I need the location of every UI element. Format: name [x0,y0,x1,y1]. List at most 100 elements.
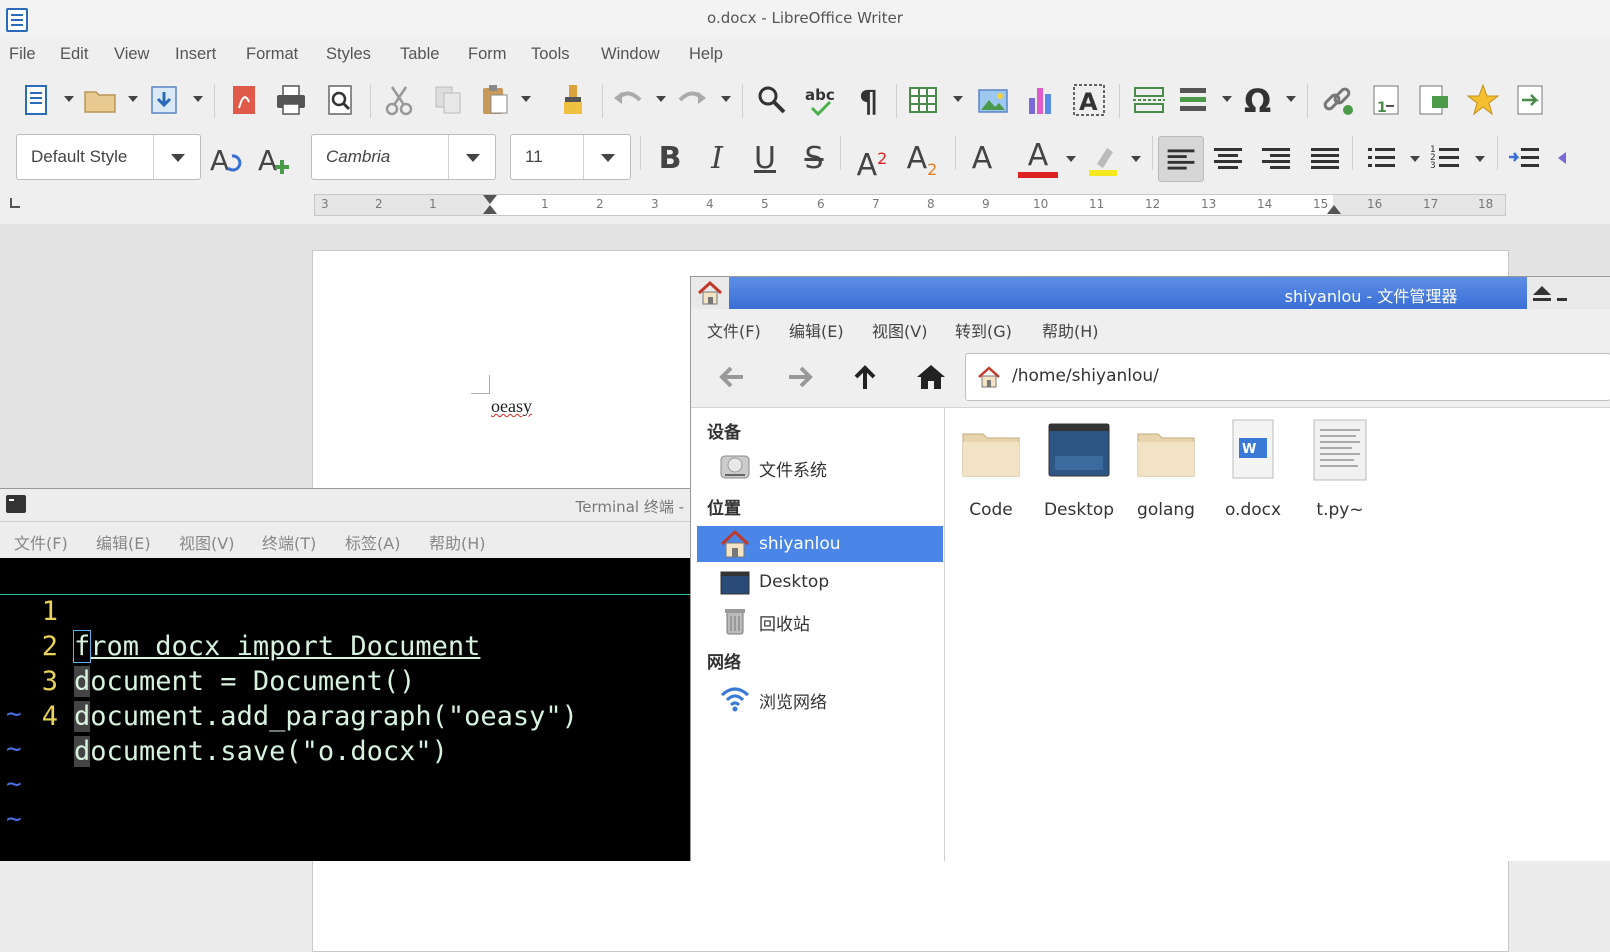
menu-insert[interactable]: Insert [175,45,216,64]
insert-chart-icon[interactable] [1023,82,1059,118]
save-icon[interactable] [146,82,182,118]
back-arrow-icon[interactable] [715,359,751,395]
menu-tools[interactable]: Tools [531,45,570,64]
ordered-list-dropdown[interactable] [1475,156,1485,162]
menu-edit[interactable]: Edit [60,45,88,64]
term-menu-help[interactable]: 帮助(H) [429,530,486,554]
right-indent-marker[interactable] [1327,205,1341,214]
menu-format[interactable]: Format [246,45,298,64]
sidebar-item-trash[interactable]: 回收站 [697,602,943,638]
file-manager-titlebar[interactable]: shiyanlou - 文件管理器 [691,277,1610,309]
strikethrough-icon[interactable]: S [794,140,834,178]
horizontal-ruler[interactable]: 3 2 1 1 2 3 4 5 6 7 8 9 10 11 12 13 14 1… [314,194,1506,216]
special-char-dropdown-arrow[interactable] [1286,96,1296,102]
insert-page-break-icon[interactable] [1131,82,1167,118]
font-size-combo[interactable]: 11 [510,134,631,180]
export-pdf-icon[interactable] [226,82,262,118]
open-dropdown-arrow[interactable] [128,96,138,102]
clear-formatting-icon[interactable]: A [962,140,1002,178]
tab-stop-selector-icon[interactable] [10,198,20,208]
unordered-list-icon[interactable] [1364,140,1400,176]
term-menu-edit[interactable]: 编辑(E) [96,530,151,554]
font-color-dropdown[interactable] [1066,156,1076,162]
font-name-combo[interactable]: Cambria [311,134,496,180]
justify-icon[interactable] [1307,140,1343,176]
paste-icon[interactable] [476,82,512,118]
bold-icon[interactable]: B [650,140,690,178]
superscript-icon[interactable]: A2 [852,140,892,183]
font-name-dropdown[interactable] [448,135,495,179]
save-dropdown-arrow[interactable] [193,96,203,102]
highlight-dropdown[interactable] [1131,156,1141,162]
show-draw-functions-icon[interactable] [1512,82,1548,118]
hyperlink-icon[interactable] [1320,82,1356,118]
print-icon[interactable] [273,82,309,118]
menu-styles[interactable]: Styles [326,45,371,64]
file-item-golang[interactable]: golang [1124,418,1208,520]
find-replace-icon[interactable] [754,82,790,118]
track-changes-star-icon[interactable] [1465,82,1501,118]
insert-field-icon[interactable] [1176,82,1212,118]
subscript-icon[interactable]: A2 [902,140,942,179]
print-preview-icon[interactable] [322,82,358,118]
sidebar-item-filesystem[interactable]: 文件系统 [697,448,943,484]
left-indent-marker[interactable] [483,205,497,214]
font-color-icon[interactable]: A [1018,140,1058,178]
term-menu-tabs[interactable]: 标签(A) [345,530,400,554]
file-item-o-docx[interactable]: W o.docx [1211,418,1295,520]
insert-table-icon[interactable] [906,82,942,118]
menu-window[interactable]: Window [601,45,660,64]
copy-icon[interactable] [430,82,466,118]
menu-form[interactable]: Form [468,45,507,64]
fm-menu-view[interactable]: 视图(V) [872,318,927,342]
fm-menu-go[interactable]: 转到(G) [955,318,1012,342]
menu-help[interactable]: Help [689,45,723,64]
cut-icon[interactable] [381,82,417,118]
footnote-icon[interactable]: 1 [1368,82,1404,118]
forward-arrow-icon[interactable] [781,359,817,395]
term-menu-file[interactable]: 文件(F) [14,530,68,554]
align-center-icon[interactable] [1210,140,1246,176]
home-icon[interactable] [913,359,949,395]
file-item-t-py[interactable]: t.py~ [1298,418,1382,520]
underline-icon[interactable]: U [745,140,785,178]
vim-editor[interactable]: 1 from docx import Document 2 document =… [0,559,690,861]
sidebar-item-browse-network[interactable]: 浏览网络 [697,680,943,716]
ordered-list-icon[interactable]: 123 [1428,140,1464,176]
menu-view[interactable]: View [114,45,149,64]
decrease-indent-icon[interactable] [1554,140,1590,176]
menu-table[interactable]: Table [400,45,439,64]
paragraph-style-combo[interactable]: Default Style [16,134,201,180]
eject-icon[interactable] [1527,277,1610,309]
insert-textbox-icon[interactable]: A [1071,82,1107,118]
new-dropdown-arrow[interactable] [64,96,74,102]
writer-titlebar[interactable]: o.docx - LibreOffice Writer [0,0,1610,37]
align-left-icon[interactable] [1158,136,1204,182]
paste-dropdown-arrow[interactable] [521,96,531,102]
file-item-code[interactable]: Code [949,418,1033,520]
font-size-dropdown[interactable] [583,135,630,179]
paragraph-style-dropdown[interactable] [153,135,200,179]
undo-icon[interactable] [610,82,646,118]
field-dropdown-arrow[interactable] [1222,96,1232,102]
highlight-color-icon[interactable] [1083,140,1123,178]
align-right-icon[interactable] [1258,140,1294,176]
file-item-desktop[interactable]: Desktop [1037,418,1121,520]
sidebar-item-shiyanlou[interactable]: shiyanlou [697,526,943,562]
new-document-icon[interactable] [18,82,54,118]
new-style-icon[interactable]: A [254,140,294,178]
open-folder-icon[interactable] [82,82,118,118]
menu-file[interactable]: File [9,45,36,64]
term-menu-terminal[interactable]: 终端(T) [262,530,316,554]
increase-indent-icon[interactable] [1507,140,1543,176]
formatting-marks-icon[interactable]: ¶ [851,82,887,120]
spelling-icon[interactable]: abc [802,82,838,118]
path-bar[interactable]: /home/shiyanlou/ [965,353,1610,401]
first-line-indent-marker[interactable] [483,195,497,204]
redo-icon[interactable] [674,82,710,118]
terminal-titlebar[interactable]: Terminal 终端 - [0,489,690,522]
comment-icon[interactable] [1416,82,1452,118]
unordered-list-dropdown[interactable] [1410,156,1420,162]
insert-image-icon[interactable] [975,82,1011,118]
document-text[interactable]: oeasy [491,396,532,417]
